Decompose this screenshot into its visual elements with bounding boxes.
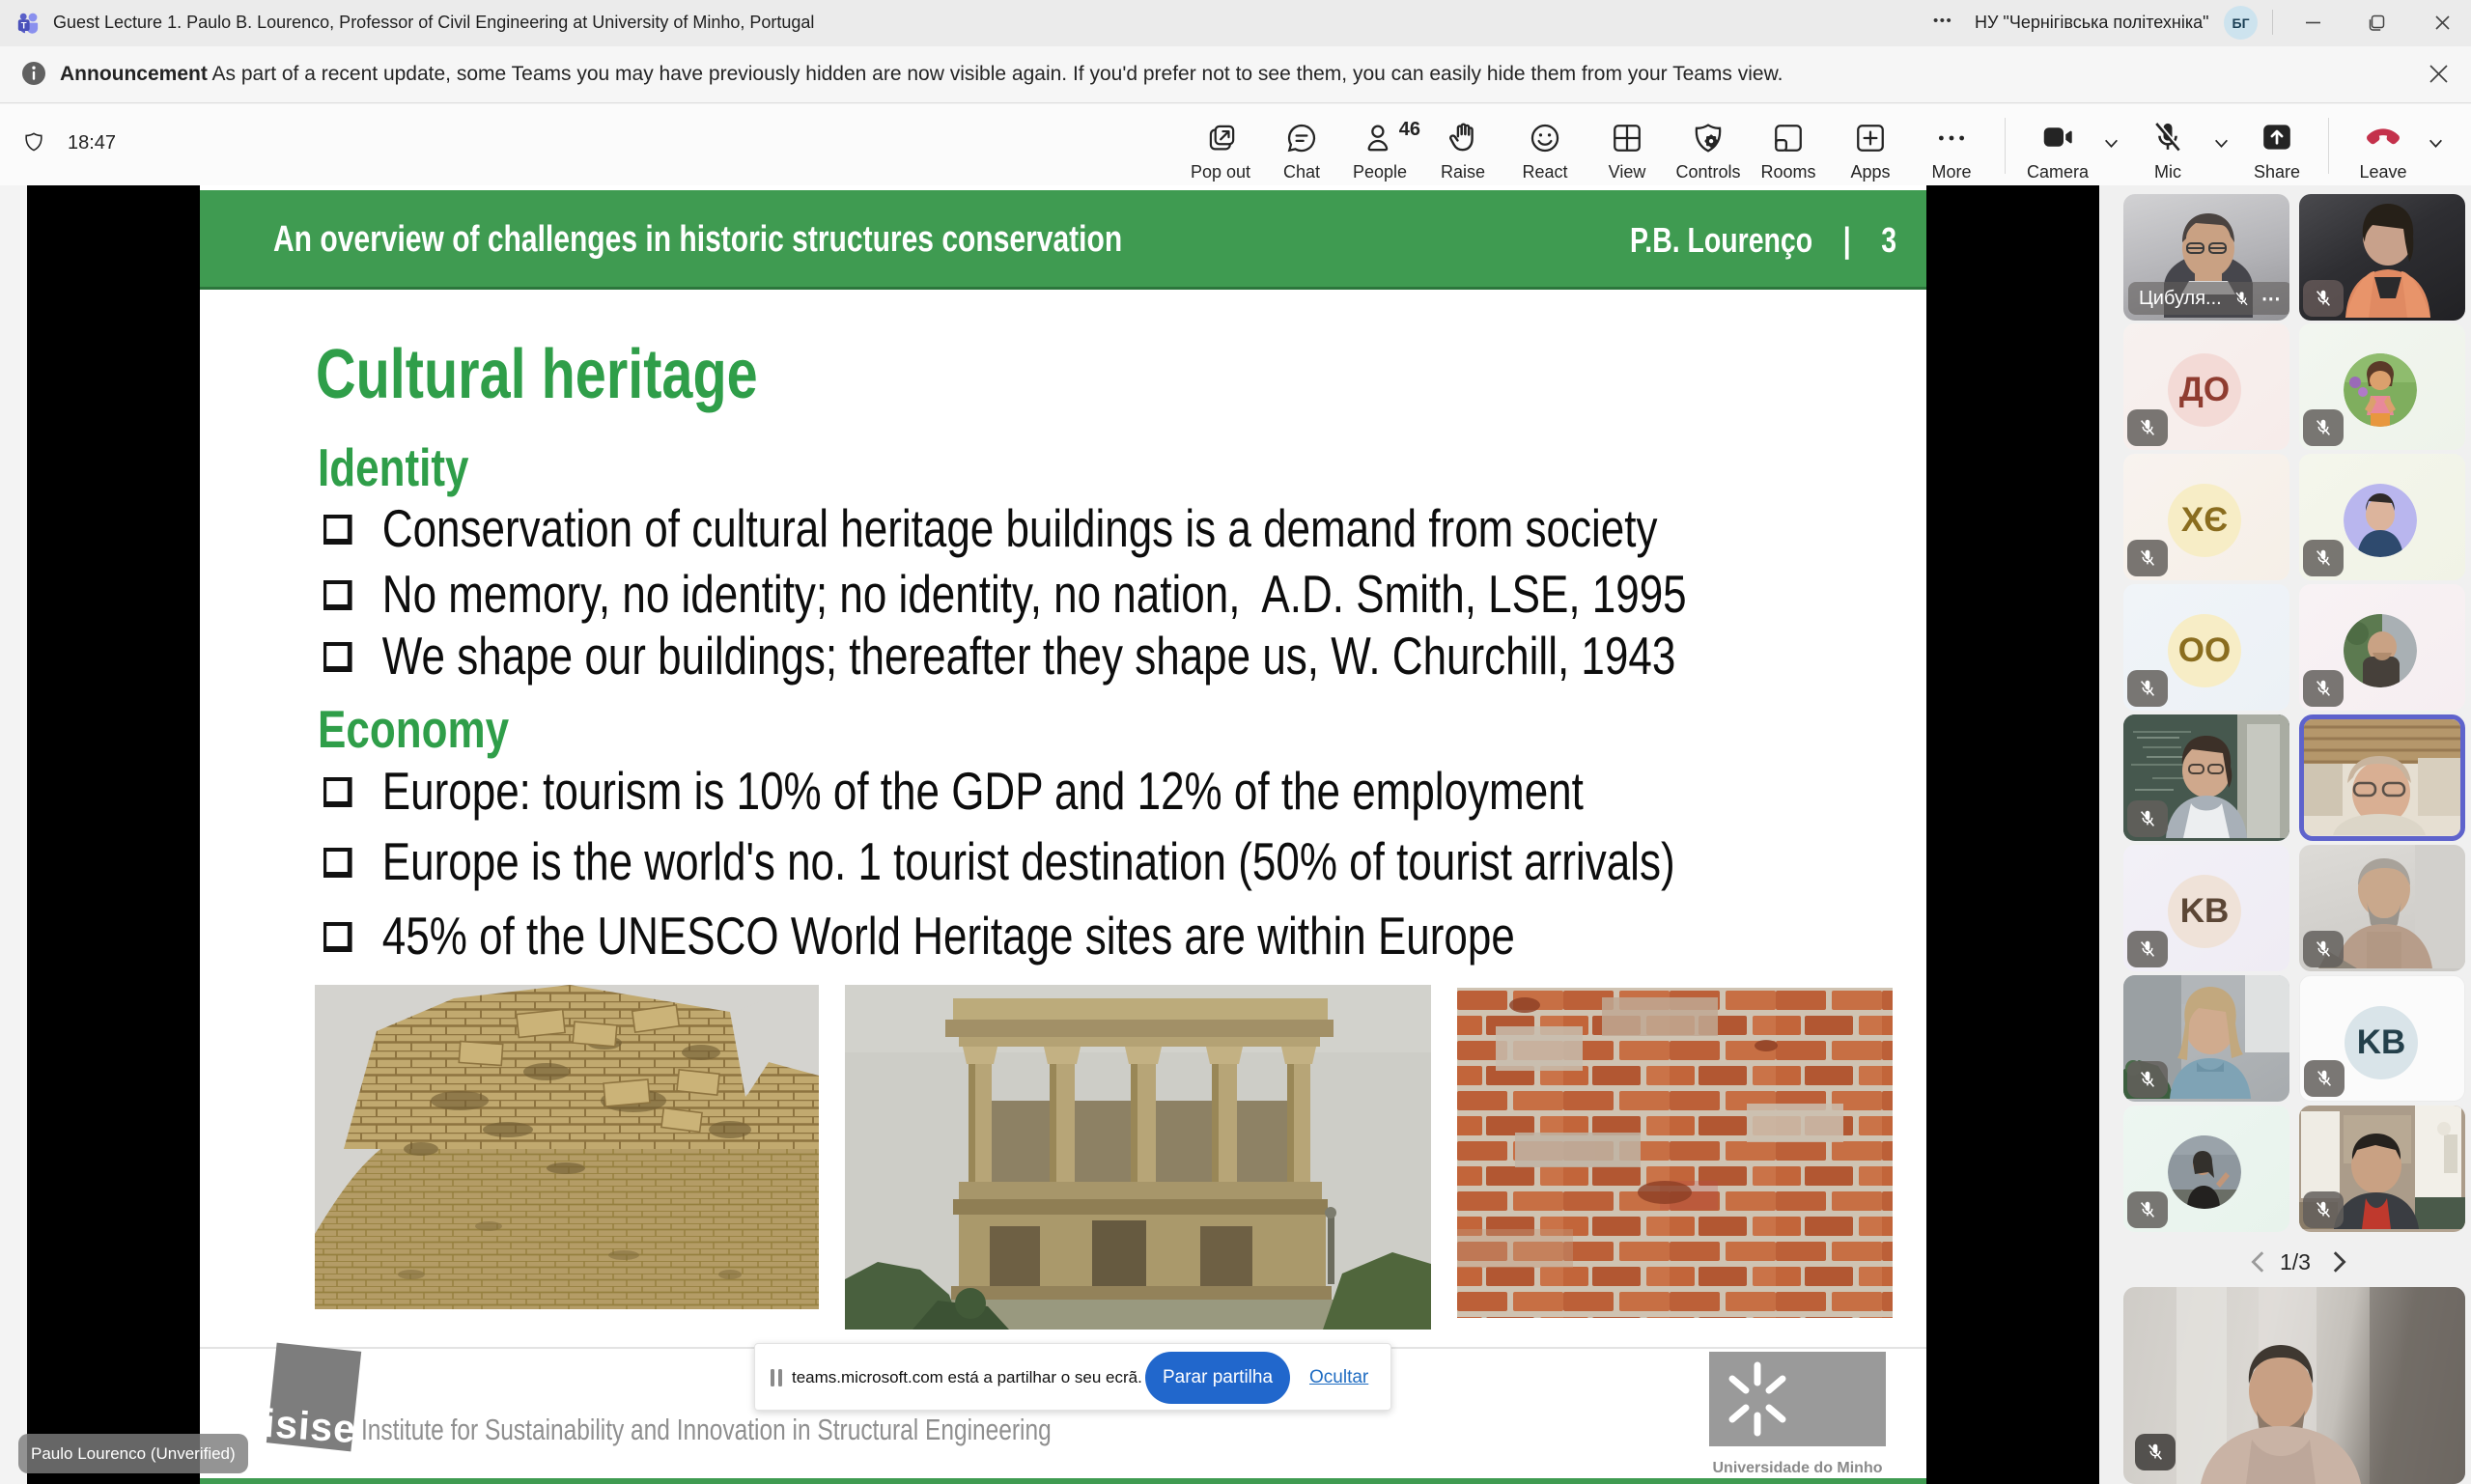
svg-text:T: T — [21, 21, 27, 32]
